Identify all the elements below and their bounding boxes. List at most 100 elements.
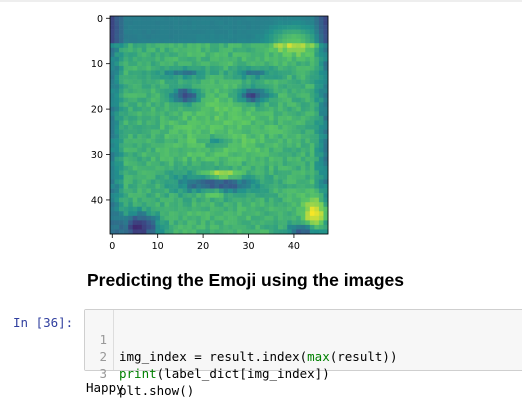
image-pixel <box>300 188 306 194</box>
image-pixel <box>209 174 215 180</box>
image-pixel <box>178 61 183 67</box>
image-pixel <box>296 29 302 35</box>
code-line-1[interactable]: 1 img_index = result.index(max(result)) <box>85 314 522 364</box>
image-pixel <box>187 188 193 194</box>
image-pixel <box>219 202 224 208</box>
image-pixel <box>128 202 134 208</box>
image-pixel <box>264 93 270 99</box>
image-pixel <box>259 229 265 235</box>
image-pixel <box>255 20 261 26</box>
image-pixel <box>164 197 170 203</box>
x-tick-label: 40 <box>288 241 300 252</box>
image-pixel <box>169 170 174 176</box>
image-pixel <box>255 134 261 139</box>
image-pixel <box>178 184 183 189</box>
image-pixel <box>137 129 143 135</box>
image-pixel <box>141 38 147 44</box>
image-pixel <box>264 84 270 89</box>
image-pixel <box>119 16 124 21</box>
code-line-2[interactable]: 2 print(label_dict[img_index]) <box>85 331 522 381</box>
image-pixel <box>110 143 115 149</box>
image-pixel <box>200 215 206 221</box>
image-pixel <box>164 202 170 208</box>
image-pixel <box>150 43 156 49</box>
image-pixel <box>132 138 138 144</box>
image-pixel <box>268 88 274 94</box>
image-pixel <box>191 125 197 130</box>
image-pixel <box>232 125 238 130</box>
image-pixel <box>159 34 165 40</box>
image-pixel <box>309 220 315 226</box>
image-pixel <box>214 152 220 158</box>
image-pixel <box>182 125 188 130</box>
image-pixel <box>237 29 243 35</box>
image-pixel <box>128 25 134 30</box>
image-pixel <box>223 61 229 67</box>
image-pixel <box>300 156 306 162</box>
image-pixel <box>128 16 134 21</box>
image-pixel <box>141 88 147 94</box>
image-pixel <box>173 143 179 149</box>
image-pixel <box>214 206 220 212</box>
image-pixel <box>282 129 288 135</box>
image-pixel <box>137 70 143 76</box>
image-pixel <box>146 93 152 99</box>
image-pixel <box>291 120 297 126</box>
image-pixel <box>278 84 283 89</box>
image-pixel <box>141 16 147 21</box>
image-pixel <box>228 165 233 171</box>
image-pixel <box>137 97 143 103</box>
image-pixel <box>159 202 165 208</box>
image-pixel <box>219 156 224 162</box>
image-pixel <box>141 79 147 85</box>
image-pixel <box>173 138 179 144</box>
image-pixel <box>255 65 261 71</box>
image-pixel <box>255 43 261 49</box>
image-pixel <box>132 20 138 26</box>
image-pixel <box>228 161 233 167</box>
image-pixel <box>219 106 224 112</box>
image-pixel <box>232 161 238 167</box>
image-pixel <box>259 106 265 112</box>
image-pixel <box>155 97 161 103</box>
image-pixel <box>123 70 129 76</box>
code-line-3[interactable]: 3 plt.show() <box>85 348 522 398</box>
image-pixel <box>150 106 156 112</box>
image-pixel <box>178 25 183 30</box>
image-pixel <box>178 129 183 135</box>
image-pixel <box>191 229 197 235</box>
image-pixel <box>128 143 134 149</box>
image-pixel <box>191 38 197 44</box>
image-pixel <box>146 147 152 153</box>
image-pixel <box>305 56 311 62</box>
image-pixel <box>178 197 183 203</box>
image-pixel <box>137 52 143 58</box>
image-pixel <box>255 47 261 53</box>
image-pixel <box>141 115 147 121</box>
image-pixel <box>137 143 143 149</box>
image-pixel <box>300 97 306 103</box>
image-pixel <box>164 156 170 162</box>
image-pixel <box>314 38 320 44</box>
image-pixel <box>219 211 224 217</box>
image-pixel <box>196 120 202 126</box>
image-pixel <box>278 88 283 94</box>
image-pixel <box>155 65 161 71</box>
image-pixel <box>264 152 270 158</box>
image-pixel <box>219 70 224 76</box>
image-pixel <box>296 174 302 180</box>
image-pixel <box>123 47 129 53</box>
image-pixel <box>150 197 156 203</box>
image-pixel <box>114 188 120 194</box>
image-pixel <box>219 111 224 117</box>
image-pixel <box>114 152 120 158</box>
image-pixel <box>305 229 311 235</box>
image-pixel <box>164 229 170 235</box>
image-pixel <box>182 229 188 235</box>
image-pixel <box>114 93 120 99</box>
image-pixel <box>187 125 193 130</box>
image-pixel <box>191 134 197 139</box>
image-pixel <box>273 161 279 167</box>
image-pixel <box>164 88 170 94</box>
code-cell-editor[interactable]: 1 img_index = result.index(max(result)) … <box>84 309 522 398</box>
